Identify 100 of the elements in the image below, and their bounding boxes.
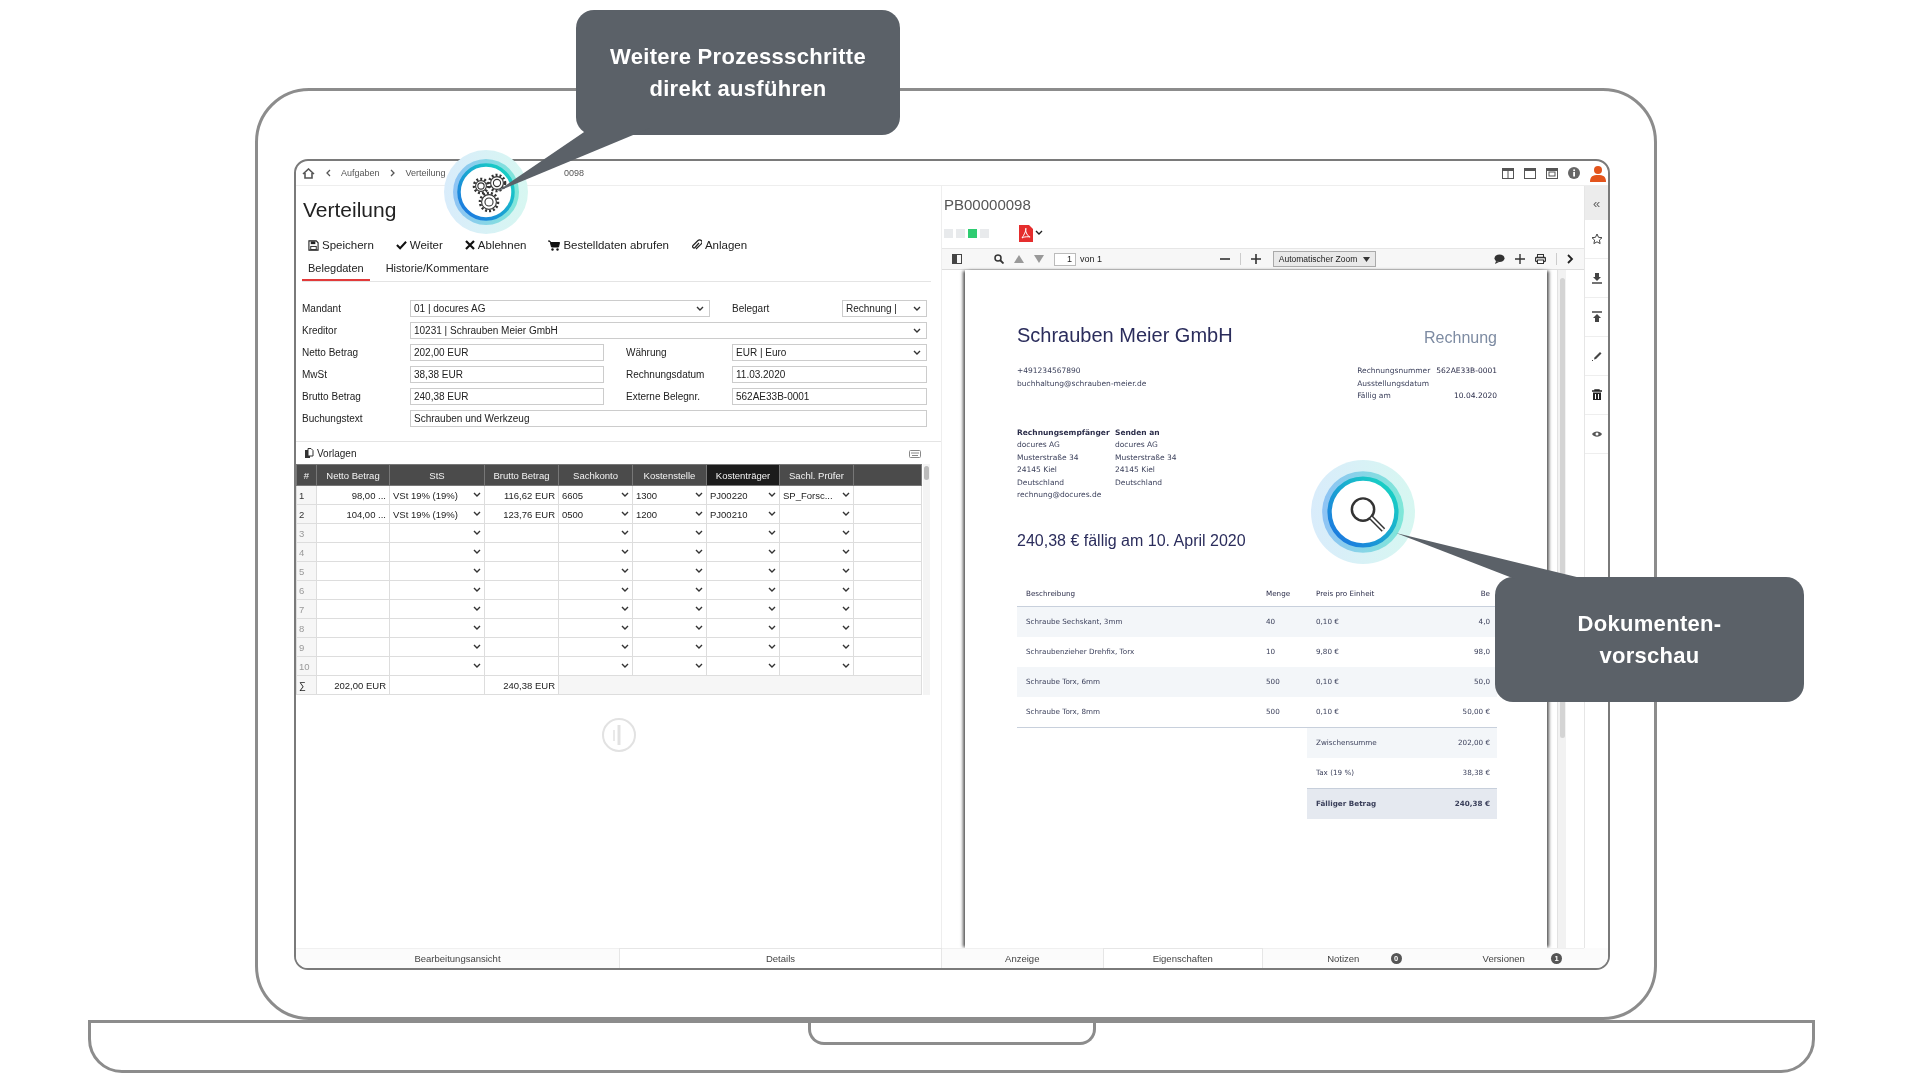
toolbar-button[interactable]: Anlagen bbox=[690, 238, 748, 252]
bottom-tab[interactable]: Details bbox=[619, 948, 942, 968]
table-cell[interactable] bbox=[389, 599, 485, 619]
table-cell[interactable] bbox=[316, 542, 390, 562]
table-cell[interactable] bbox=[632, 561, 707, 581]
table-cell[interactable] bbox=[558, 618, 633, 638]
column-header[interactable]: Kostenträger bbox=[706, 464, 780, 486]
select-field[interactable]: Rechnung | bbox=[842, 300, 927, 317]
comment-icon[interactable] bbox=[1494, 254, 1505, 264]
table-cell[interactable] bbox=[558, 656, 633, 676]
toolbar-button[interactable]: Speichern bbox=[308, 238, 374, 252]
trash-icon[interactable] bbox=[1590, 389, 1603, 401]
tab[interactable]: Belegdaten bbox=[302, 262, 370, 281]
table-cell[interactable] bbox=[632, 542, 707, 562]
table-cell[interactable] bbox=[706, 523, 780, 543]
home-icon[interactable] bbox=[302, 167, 315, 179]
table-cell[interactable]: 116,62 EUR bbox=[484, 485, 559, 505]
user-icon[interactable] bbox=[1590, 164, 1606, 182]
table-cell[interactable] bbox=[779, 561, 854, 581]
table-cell[interactable] bbox=[389, 637, 485, 657]
table-cell[interactable] bbox=[632, 637, 707, 657]
table-cell[interactable] bbox=[484, 523, 559, 543]
breadcrumb-link[interactable]: 0098 bbox=[564, 168, 585, 178]
table-cell[interactable]: PJ00220 bbox=[706, 485, 780, 505]
table-cell[interactable] bbox=[316, 523, 390, 543]
table-cell[interactable]: 104,00 ... bbox=[316, 504, 390, 524]
table-cell[interactable] bbox=[389, 618, 485, 638]
table-cell[interactable] bbox=[632, 618, 707, 638]
table-cell[interactable]: VSt 19% (19%) bbox=[389, 504, 485, 524]
table-cell[interactable]: SP_Forsc... bbox=[779, 485, 854, 505]
table-cell[interactable] bbox=[558, 637, 633, 657]
text-field[interactable]: 202,00 EUR bbox=[410, 344, 604, 361]
text-field[interactable]: 11.03.2020 bbox=[732, 366, 927, 383]
bottom-tab[interactable]: Eigenschaften bbox=[1102, 948, 1263, 968]
table-cell[interactable] bbox=[558, 561, 633, 581]
table-cell[interactable] bbox=[779, 580, 854, 600]
table-cell[interactable] bbox=[389, 523, 485, 543]
pdf-icon[interactable] bbox=[1019, 224, 1033, 242]
table-cell[interactable] bbox=[706, 656, 780, 676]
table-cell[interactable] bbox=[316, 656, 390, 676]
zoom-select[interactable]: Automatischer Zoom bbox=[1272, 251, 1377, 267]
select-field[interactable]: 01 | docures AG bbox=[410, 300, 710, 317]
table-cell[interactable] bbox=[558, 580, 633, 600]
table-cell[interactable] bbox=[316, 637, 390, 657]
table-cell[interactable]: 98,00 ... bbox=[316, 485, 390, 505]
text-field[interactable]: Schrauben und Werkzeug bbox=[410, 410, 927, 427]
keyboard-icon[interactable] bbox=[909, 449, 921, 458]
print-icon[interactable] bbox=[1535, 254, 1546, 264]
text-field[interactable]: 562AE33B-0001 bbox=[732, 388, 927, 405]
breadcrumb-link[interactable]: Verteilung bbox=[405, 168, 446, 178]
table-cell[interactable] bbox=[484, 637, 559, 657]
table-cell[interactable]: 1300 bbox=[632, 485, 707, 505]
bottom-tab[interactable]: Bearbeitungsansicht bbox=[296, 948, 619, 968]
bottom-tab[interactable]: Anzeige bbox=[942, 948, 1103, 968]
info-icon[interactable] bbox=[1568, 167, 1580, 179]
table-cell[interactable] bbox=[484, 618, 559, 638]
table-cell[interactable] bbox=[316, 618, 390, 638]
table-cell[interactable] bbox=[484, 599, 559, 619]
toolbar-button[interactable]: Ablehnen bbox=[464, 238, 527, 252]
table-cell[interactable]: 123,76 EUR bbox=[484, 504, 559, 524]
column-header[interactable]: StS bbox=[389, 464, 485, 486]
table-cell[interactable] bbox=[484, 656, 559, 676]
table-cell[interactable] bbox=[558, 542, 633, 562]
toolbar-button[interactable]: Bestelldaten abrufen bbox=[548, 238, 669, 252]
section-label[interactable]: Vorlagen bbox=[317, 448, 357, 459]
table-cell[interactable] bbox=[706, 599, 780, 619]
upload-icon[interactable] bbox=[1590, 311, 1603, 323]
search-icon[interactable] bbox=[994, 254, 1004, 264]
table-cell[interactable]: 1200 bbox=[632, 504, 707, 524]
table-cell[interactable] bbox=[316, 561, 390, 581]
table-cell[interactable] bbox=[706, 580, 780, 600]
download-icon[interactable] bbox=[1590, 272, 1603, 284]
tab[interactable]: Historie/Kommentare bbox=[379, 262, 495, 281]
table-cell[interactable]: PJ00210 bbox=[706, 504, 780, 524]
star-icon[interactable] bbox=[1590, 233, 1603, 245]
table-cell[interactable] bbox=[389, 580, 485, 600]
table-cell[interactable] bbox=[706, 618, 780, 638]
sidebar-toggle-icon[interactable] bbox=[952, 254, 962, 264]
table-cell[interactable] bbox=[779, 523, 854, 543]
table-cell[interactable] bbox=[389, 561, 485, 581]
text-field[interactable]: 38,38 EUR bbox=[410, 366, 604, 383]
column-header[interactable]: Kostenstelle bbox=[632, 464, 707, 486]
select-field[interactable]: EUR | Euro bbox=[732, 344, 927, 361]
chevron-right-icon[interactable] bbox=[1567, 254, 1574, 264]
table-cell[interactable] bbox=[779, 656, 854, 676]
table-cell[interactable]: 6605 bbox=[558, 485, 633, 505]
table-cell[interactable] bbox=[706, 637, 780, 657]
table-cell[interactable] bbox=[484, 542, 559, 562]
table-cell[interactable] bbox=[558, 523, 633, 543]
table-cell[interactable] bbox=[316, 599, 390, 619]
table-cell[interactable] bbox=[779, 542, 854, 562]
table-cell[interactable] bbox=[632, 580, 707, 600]
previous-page-icon[interactable] bbox=[1014, 255, 1024, 263]
column-header[interactable]: Netto Betrag bbox=[316, 464, 390, 486]
table-cell[interactable] bbox=[779, 504, 854, 524]
next-page-icon[interactable] bbox=[1034, 255, 1044, 263]
eye-icon[interactable] bbox=[1590, 428, 1603, 440]
table-cell[interactable] bbox=[389, 542, 485, 562]
table-cell[interactable] bbox=[706, 561, 780, 581]
table-cell[interactable] bbox=[389, 656, 485, 676]
